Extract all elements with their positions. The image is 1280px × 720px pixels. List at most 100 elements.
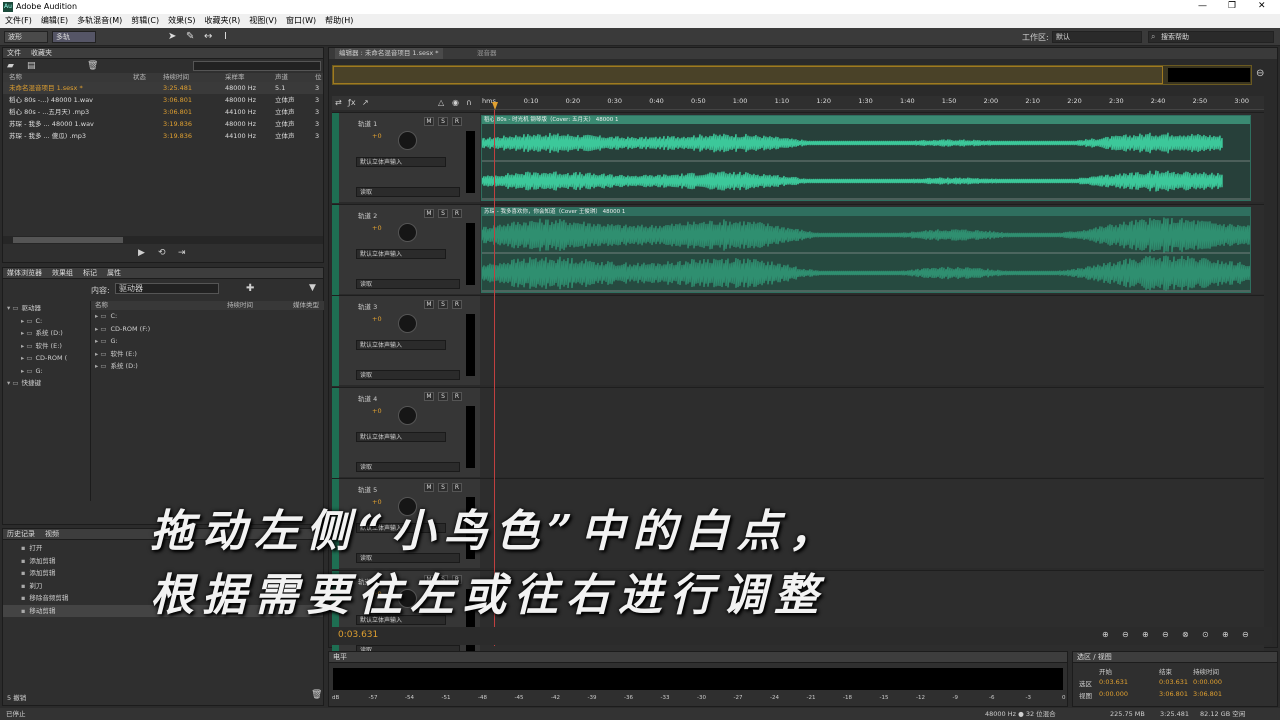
media-item[interactable]: ▸ ▭ CD-ROM (F:) (91, 323, 324, 336)
file-row[interactable]: 未命名混音项目 1.sesx * 3:25.481 48000 Hz 5.1 3 (3, 82, 323, 94)
delete-icon[interactable]: 🗑 (87, 61, 98, 71)
menu-favorites[interactable]: 收藏夹(R) (204, 14, 240, 28)
history-delete-icon[interactable]: 🗑 (311, 690, 322, 700)
tab-markers[interactable]: 标记 (83, 269, 97, 277)
tab-effects-rack[interactable]: 效果组 (52, 269, 73, 277)
tab-media-browser[interactable]: 媒体浏览器 (7, 269, 42, 277)
solo-button[interactable]: S (438, 391, 448, 401)
zoom-selection-icon[interactable]: ⊙ (1202, 630, 1209, 639)
view-end[interactable]: 3:06.801 (1159, 690, 1188, 698)
record-arm-button[interactable]: R (452, 208, 462, 218)
record-arm-button[interactable]: R (452, 300, 462, 309)
zoom-out-tracks-icon[interactable]: ⊖ (1242, 630, 1249, 639)
content-select[interactable]: 驱动器 (115, 283, 219, 294)
time-ruler[interactable]: hms 0:10 0:20 0:30 0:40 0:50 1:00 1:10 1:20 1:30 1… (480, 96, 1264, 110)
track-volume[interactable]: +0 (372, 132, 382, 140)
track-lane[interactable]: 苏琛 - 我多喜欢你，你会知道（Cover 王俊琪） 48000 1 (480, 203, 1264, 294)
record-arm-button[interactable]: R (452, 391, 462, 401)
selection-end[interactable]: 0:03.631 (1159, 678, 1188, 686)
fx-icon[interactable]: ƒx (348, 98, 356, 107)
menu-edit[interactable]: 编辑(E) (41, 14, 68, 28)
media-tree-item[interactable]: ▸ ▭ CD-ROM ( (7, 352, 85, 365)
solo-button[interactable]: S (438, 483, 448, 492)
close-button[interactable]: ✕ (1258, 1, 1266, 11)
mute-button[interactable]: M (424, 117, 434, 126)
view-start[interactable]: 0:00.000 (1099, 690, 1128, 698)
file-row[interactable]: 苏琛 - 我多 ... 48000 1.wav 3:19.836 48000 Hz 立… (3, 118, 323, 130)
media-tree-item[interactable]: ▾ ▭ 快捷键 (7, 377, 85, 390)
overview-navigator[interactable] (332, 65, 1252, 85)
media-item[interactable]: ▸ ▭ 软件 (E:) (91, 348, 324, 361)
solo-button[interactable]: S (438, 117, 448, 126)
open-file-icon[interactable]: ▰ (7, 61, 14, 71)
help-search-input[interactable]: 搜索帮助 (1148, 31, 1274, 43)
filter-icon[interactable]: ▼ (309, 283, 316, 293)
menu-multitrack[interactable]: 多轨混音(M) (77, 14, 122, 28)
zoom-in-amplitude-icon[interactable]: ⊕ (1102, 630, 1109, 639)
audio-clip[interactable]: 稻心 80s - 时光机 钢琴版（Cover: 五月天） 48000 1 (481, 115, 1251, 201)
menu-view[interactable]: 视图(V) (249, 14, 277, 28)
record-arm-button[interactable]: R (452, 117, 462, 126)
monitor-icon[interactable]: ◉ (452, 98, 459, 107)
solo-button[interactable]: S (438, 208, 448, 218)
mute-button[interactable]: M (424, 300, 434, 309)
zoom-in-tracks-icon[interactable]: ⊕ (1222, 630, 1229, 639)
menu-file[interactable]: 文件(F) (5, 14, 32, 28)
media-item[interactable]: ▸ ▭ G: (91, 335, 324, 348)
track-volume[interactable]: +0 (372, 407, 382, 415)
pan-knob[interactable] (398, 222, 417, 242)
files-search-input[interactable] (193, 61, 321, 71)
file-row[interactable]: 稻心 80s - ...五月天) .mp3 3:06.801 44100 Hz 立体声… (3, 106, 323, 118)
time-selection-tool-icon[interactable]: I (224, 31, 227, 42)
mute-button[interactable]: M (424, 391, 434, 401)
sends-icon[interactable]: ↗ (362, 98, 369, 107)
automation-mode-select[interactable]: 读取 (356, 278, 460, 289)
tab-files[interactable]: 文件 (7, 49, 21, 57)
add-shortcut-icon[interactable]: ✚ (246, 283, 254, 294)
track-lane[interactable]: 稻心 80s - 时光机 钢琴版（Cover: 五月天） 48000 1 (480, 112, 1264, 202)
headphones-icon[interactable]: ∩ (466, 98, 472, 107)
zoom-in-time-icon[interactable]: ⊕ (1142, 630, 1149, 639)
workspace-select[interactable]: 默认 (1052, 31, 1142, 43)
track-lane[interactable] (480, 295, 1264, 385)
menu-clip[interactable]: 剪辑(C) (131, 14, 159, 28)
selection-start[interactable]: 0:03.631 (1099, 678, 1128, 686)
minimize-button[interactable]: — (1198, 1, 1207, 11)
track-volume[interactable]: +0 (372, 224, 382, 232)
menu-window[interactable]: 窗口(W) (286, 14, 316, 28)
pan-knob[interactable] (398, 314, 417, 333)
menu-effects[interactable]: 效果(S) (168, 14, 195, 28)
pan-knob[interactable] (398, 131, 417, 150)
maximize-button[interactable]: ❐ (1228, 1, 1236, 11)
track-name[interactable]: 轨道 1 (358, 118, 377, 128)
track-name[interactable]: 轨道 5 (358, 484, 377, 494)
import-icon[interactable]: ▤ (27, 61, 36, 71)
solo-button[interactable]: S (438, 300, 448, 309)
pan-knob[interactable] (398, 405, 417, 425)
zoom-full-icon[interactable]: ⊗ (1182, 630, 1189, 639)
metronome-icon[interactable]: △ (438, 98, 444, 107)
media-tree-item[interactable]: ▸ ▭ C: (7, 315, 85, 328)
menu-help[interactable]: 帮助(H) (325, 14, 353, 28)
view-duration[interactable]: 3:06.801 (1193, 690, 1222, 698)
track-lane[interactable] (480, 386, 1264, 477)
track-input-select[interactable]: 默认立体声输入 (356, 340, 446, 350)
audio-clip[interactable]: 苏琛 - 我多喜欢你，你会知道（Cover 王俊琪） 48000 1 (481, 206, 1251, 293)
automation-mode-select[interactable]: 读取 (356, 370, 460, 380)
media-tree-item[interactable]: ▸ ▭ G: (7, 365, 85, 378)
track-input-select[interactable]: 默认立体声输入 (356, 157, 446, 167)
multitrack-view-button[interactable]: 多轨 (52, 31, 96, 43)
tab-properties[interactable]: 属性 (107, 269, 121, 277)
track-name[interactable]: 轨道 4 (358, 393, 377, 403)
media-tree-item[interactable]: ▾ ▭ 驱动器 (7, 302, 85, 315)
tab-history[interactable]: 历史记录 (7, 530, 35, 538)
track-name[interactable]: 轨道 3 (358, 301, 377, 311)
automation-mode-select[interactable]: 读取 (356, 461, 460, 472)
waveform-view-button[interactable]: 波形 (4, 31, 48, 43)
record-arm-button[interactable]: R (452, 483, 462, 492)
autoplay-icon[interactable]: ⇥ (178, 248, 186, 258)
zoom-icon[interactable]: ⊖ (1256, 68, 1264, 79)
mute-button[interactable]: M (424, 483, 434, 492)
play-icon[interactable]: ▶ (138, 248, 145, 258)
loop-icon[interactable]: ⟲ (158, 248, 166, 258)
